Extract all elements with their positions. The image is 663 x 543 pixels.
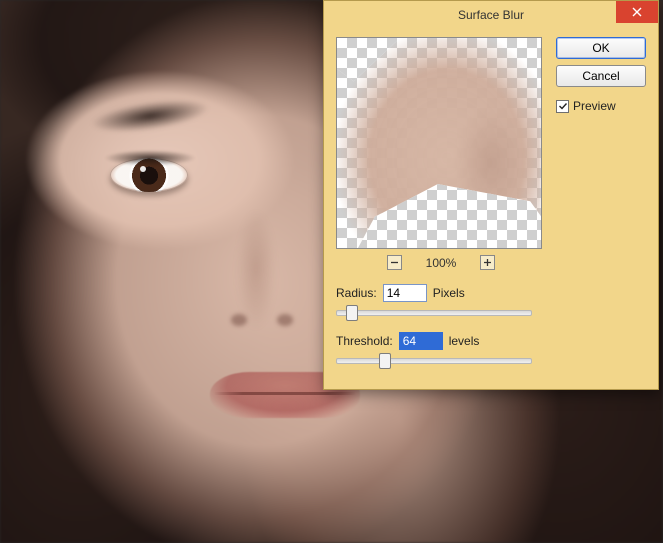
image-detail bbox=[140, 166, 146, 172]
threshold-label: Threshold: bbox=[336, 334, 393, 348]
checkbox-icon bbox=[556, 100, 569, 113]
radius-unit: Pixels bbox=[433, 286, 465, 300]
radius-label: Radius: bbox=[336, 286, 377, 300]
filter-preview[interactable] bbox=[336, 37, 542, 249]
image-detail bbox=[110, 158, 188, 192]
slider-thumb[interactable] bbox=[346, 305, 358, 321]
plus-icon bbox=[483, 258, 492, 267]
close-icon bbox=[632, 7, 642, 17]
slider-track bbox=[336, 358, 532, 364]
radius-row: Radius: Pixels bbox=[336, 284, 546, 302]
close-button[interactable] bbox=[616, 1, 658, 23]
cancel-button[interactable]: Cancel bbox=[556, 65, 646, 87]
threshold-unit: levels bbox=[449, 334, 480, 348]
preview-toggle[interactable]: Preview bbox=[556, 99, 646, 113]
minus-icon bbox=[390, 258, 399, 267]
zoom-level: 100% bbox=[426, 256, 457, 270]
threshold-input[interactable] bbox=[399, 332, 443, 350]
radius-input[interactable] bbox=[383, 284, 427, 302]
check-icon bbox=[558, 101, 568, 111]
zoom-in-button[interactable] bbox=[480, 255, 495, 270]
image-detail bbox=[225, 310, 299, 334]
threshold-slider[interactable] bbox=[336, 352, 532, 370]
canvas-area: Surface Blur 100% bbox=[0, 0, 663, 543]
zoom-out-button[interactable] bbox=[387, 255, 402, 270]
dialog-titlebar[interactable]: Surface Blur bbox=[324, 1, 658, 29]
radius-slider[interactable] bbox=[336, 304, 532, 322]
slider-track bbox=[336, 310, 532, 316]
slider-thumb[interactable] bbox=[379, 353, 391, 369]
dialog-title: Surface Blur bbox=[324, 8, 658, 22]
image-detail bbox=[214, 392, 356, 395]
threshold-row: Threshold: levels bbox=[336, 332, 546, 350]
surface-blur-dialog: Surface Blur 100% bbox=[323, 0, 659, 390]
ok-button[interactable]: OK bbox=[556, 37, 646, 59]
preview-label: Preview bbox=[573, 99, 616, 113]
